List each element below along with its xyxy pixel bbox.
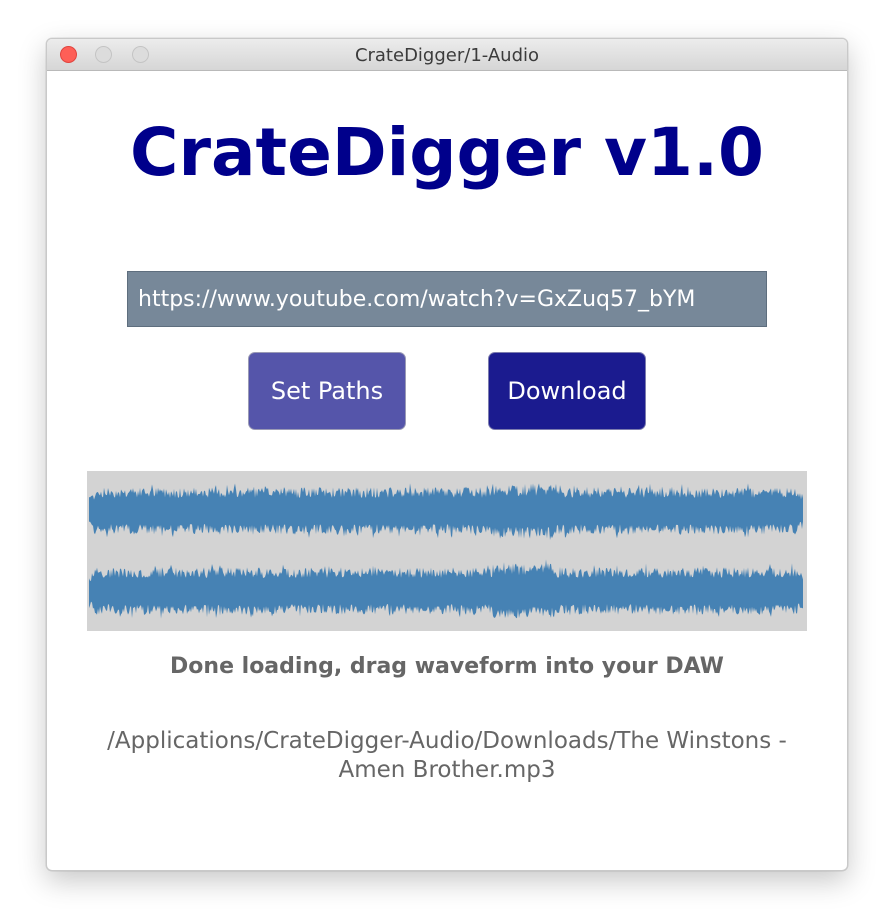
waveform-graphic	[89, 483, 803, 619]
app-window: CrateDigger/1-Audio CrateDigger v1.0 Set…	[46, 38, 848, 871]
title-bar[interactable]: CrateDigger/1-Audio	[47, 39, 847, 71]
window-title: CrateDigger/1-Audio	[354, 45, 540, 66]
waveform-display[interactable]	[87, 471, 807, 631]
file-path-text: /Applications/CrateDigger-Audio/Download…	[107, 728, 787, 783]
status-message: Done loading, drag waveform into your DA…	[170, 654, 724, 679]
url-input[interactable]	[127, 271, 767, 327]
set-paths-button[interactable]: Set Paths	[248, 352, 406, 430]
waveform-channel-right	[89, 559, 803, 619]
waveform-channel-left	[89, 483, 803, 540]
app-title: CrateDigger v1.0	[130, 114, 764, 191]
download-button[interactable]: Download	[488, 352, 646, 430]
